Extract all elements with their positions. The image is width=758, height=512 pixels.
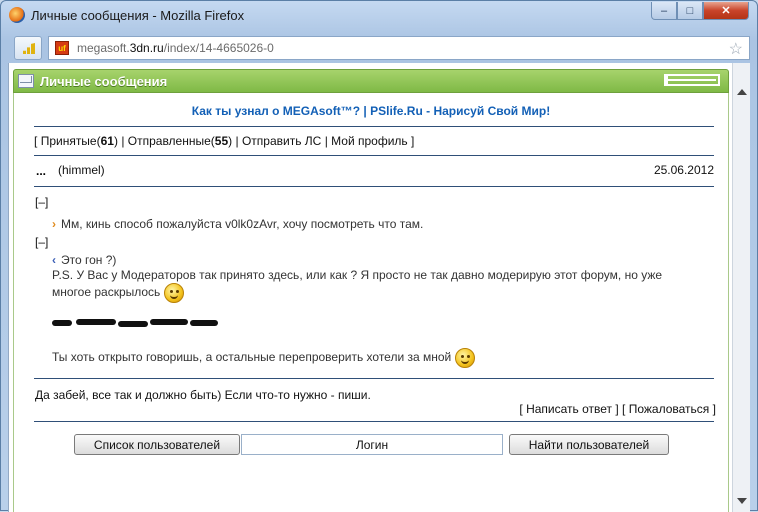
quote-arrow-icon: ‹ <box>52 253 56 267</box>
message-date: 25.06.2012 <box>653 163 714 177</box>
divider <box>34 378 714 379</box>
redaction-mark <box>150 319 188 325</box>
user-search-bar: Список пользователей Найти пользователей <box>14 430 728 460</box>
signal-bars-icon <box>23 43 35 54</box>
nav-received-close: ) <box>113 134 118 148</box>
find-users-button[interactable]: Найти пользователей <box>509 434 669 455</box>
browser-window: Личные сообщения - Mozilla Firefox – □ ✕… <box>0 0 758 512</box>
login-input[interactable] <box>241 434 503 455</box>
quote-1-text: Мм, кинь способ пожалуйста v0lk0zAvr, хо… <box>61 217 424 231</box>
url-path: /index/14-4665026-0 <box>163 41 274 55</box>
quote-1: › Мм, кинь способ пожалуйста v0lk0zAvr, х… <box>52 217 423 231</box>
divider <box>34 126 714 127</box>
ad-separator: | <box>363 104 367 118</box>
nav-received-count: 61 <box>100 134 114 148</box>
quote-toggle-2[interactable]: [–] <box>35 235 48 249</box>
quote-toggle-1[interactable]: [–] <box>35 195 48 209</box>
panel-title: Личные сообщения <box>40 74 168 89</box>
address-bar[interactable]: uf megasoft.3dn.ru/index/14-4665026-0 ☆ <box>48 36 750 60</box>
smiley-icon <box>163 283 184 303</box>
nav-profile-link[interactable]: Мой профиль <box>331 134 408 148</box>
nav-separator: | <box>324 134 328 148</box>
nav-sent-label: Отправленные( <box>127 134 215 148</box>
redaction-mark <box>76 319 116 325</box>
divider <box>34 186 714 187</box>
write-reply-link[interactable]: Написать ответ <box>526 402 612 416</box>
message-actions: [ Написать ответ ] [ Пожаловаться ] <box>519 402 716 416</box>
site-favicon-icon: uf <box>55 41 69 55</box>
users-list-button[interactable]: Список пользователей <box>74 434 240 455</box>
page-content: Личные сообщения Как ты узнал о MEGAsoft… <box>8 63 733 512</box>
mail-icon <box>18 74 34 88</box>
quote-2: ‹ Это гон ?) P.S. У Вас у Модераторов так… <box>52 253 702 303</box>
panel-resize-icon[interactable] <box>664 74 720 86</box>
quote-2-line-2: P.S. У Вас у Модераторов так принято зде… <box>52 268 702 303</box>
minimize-button[interactable]: – <box>651 2 677 20</box>
url-text: megasoft.3dn.ru/index/14-4665026-0 <box>77 41 274 55</box>
nav-sent-close: ) <box>228 134 233 148</box>
firefox-icon <box>9 7 25 23</box>
quote-3: Ты хоть открыто говоришь, а остальные пе… <box>52 348 475 368</box>
message-dots: ... <box>36 164 47 178</box>
nav-close-bracket: ] <box>411 134 415 148</box>
quote-arrow-icon: › <box>52 217 56 231</box>
redaction-mark <box>190 320 218 326</box>
quote-2-line-1-text: Это гон ?) <box>61 253 117 267</box>
title-bar: Личные сообщения - Mozilla Firefox – □ ✕ <box>1 1 757 31</box>
actions-open-bracket: [ <box>519 402 523 416</box>
nav-received-link[interactable]: Принятые(61) <box>41 134 118 148</box>
panel-header: Личные сообщения <box>13 69 729 93</box>
pm-nav: [ Принятые(61) | Отправленные(55) | Отпр… <box>34 134 414 148</box>
maximize-button[interactable]: □ <box>677 2 703 20</box>
nav-open-bracket: [ <box>34 134 38 148</box>
scroll-up-icon[interactable] <box>737 89 747 95</box>
url-prefix: megasoft. <box>77 41 130 55</box>
signal-icon[interactable] <box>14 36 42 60</box>
ad-link-pslife[interactable]: PSlife.Ru - Нарисуй Свой Мир! <box>370 104 550 118</box>
quote-2-line-1: ‹ Это гон ?) <box>52 253 702 268</box>
bookmark-star-icon[interactable]: ☆ <box>729 39 743 59</box>
navigation-bar: uf megasoft.3dn.ru/index/14-4665026-0 ☆ <box>8 35 750 61</box>
redacted-link <box>52 318 218 328</box>
nav-separator: | <box>121 134 125 148</box>
url-domain: 3dn.ru <box>129 41 164 55</box>
complain-link[interactable]: Пожаловаться <box>629 402 710 416</box>
nav-received-label: Принятые( <box>40 134 101 148</box>
panel-body: Как ты узнал о MEGAsoft™? | PSlife.Ru - … <box>13 93 729 512</box>
redaction-mark <box>52 320 72 326</box>
nav-sent-count: 55 <box>214 134 229 148</box>
quote-3-text: Ты хоть открыто говоришь, а остальные пе… <box>52 350 452 365</box>
reply-text: Да забей, все так и должно быть) Если чт… <box>35 388 371 402</box>
nav-send-pm-link[interactable]: Отправить ЛС <box>242 134 321 148</box>
divider <box>34 155 714 156</box>
actions-close-bracket: ] <box>712 402 716 416</box>
nav-separator: | <box>235 134 239 148</box>
message-sender[interactable]: (himmel) <box>58 163 105 177</box>
redaction-mark <box>118 321 148 327</box>
nav-sent-link[interactable]: Отправленные(55) <box>128 134 232 148</box>
ad-line: Как ты узнал о MEGAsoft™? | PSlife.Ru - … <box>14 104 728 118</box>
window-title: Личные сообщения - Mozilla Firefox <box>31 8 245 23</box>
scroll-down-icon[interactable] <box>737 498 747 504</box>
actions-mid-bracket: ] [ <box>615 402 626 416</box>
smiley-icon <box>454 348 475 368</box>
divider <box>34 421 714 422</box>
quote-2-line-2-text: P.S. У Вас у Модераторов так принято зде… <box>52 268 663 300</box>
vertical-scrollbar[interactable] <box>732 63 750 512</box>
close-button[interactable]: ✕ <box>703 2 749 20</box>
ad-link-megasoft[interactable]: Как ты узнал о MEGAsoft™? <box>192 104 360 118</box>
